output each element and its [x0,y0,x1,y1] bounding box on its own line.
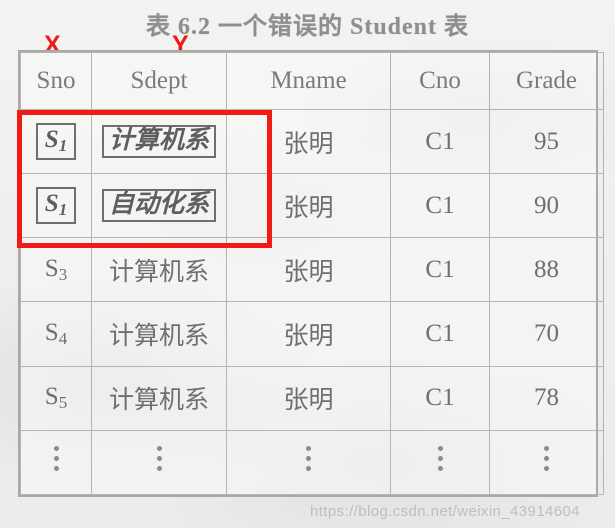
cell-sno: S5 [20,365,92,431]
cell-cno: C1 [390,301,490,367]
sno-letter: S [44,383,59,411]
sno-subscript: 1 [58,136,68,156]
cell-sdept: 计算机系 [91,237,227,303]
student-table-container: Sno Sdept Mname Cno Grade S1 计算机系 张明 C1 … [18,50,604,497]
cell-sno: S3 [20,237,92,303]
cell-cno: C1 [390,173,490,239]
table-row: S1 自动化系 张明 C1 90 [20,173,604,239]
cell-sno: S1 [20,108,92,175]
boxed-value-sdept: 自动化系 [101,189,216,223]
sno-letter: S [44,126,59,154]
boxed-value-sdept: 计算机系 [101,124,216,159]
table-row: S1 计算机系 张明 C1 95 [20,108,604,175]
cell-sno: S4 [20,301,92,367]
cell-sdept: 计算机系 [91,365,227,431]
cell-mname: 张明 [226,301,391,367]
column-header-grade: Grade [489,52,604,110]
cell-sno: S1 [20,173,92,239]
cell-grade: 70 [489,301,604,367]
sno-subscript: 3 [58,264,68,284]
table-row: S3 计算机系 张明 C1 88 [20,237,604,303]
table-row: S4 计算机系 张明 C1 70 [20,301,604,367]
student-table: Sno Sdept Mname Cno Grade S1 计算机系 张明 C1 … [20,52,604,496]
table-continuation-row [20,429,604,496]
cell-ellipsis-cno [390,429,490,496]
cell-grade: 95 [489,108,604,175]
table-caption: 表 6.2 一个错误的 Student 表 [145,14,470,40]
vertical-ellipsis-icon [53,441,59,476]
table-body: S1 计算机系 张明 C1 95 S1 自动化系 张明 C1 90 S3 计算机… [20,108,604,496]
sno-letter: S [44,190,59,218]
boxed-value-sno: S1 [35,187,77,225]
sno-letter: S [44,254,59,282]
cell-mname: 张明 [226,108,391,175]
column-header-mname: Mname [226,52,391,110]
cell-grade: 78 [489,365,604,431]
table-row: S5 计算机系 张明 C1 78 [20,365,604,431]
cell-sdept: 计算机系 [91,301,227,367]
cell-mname: 张明 [226,237,391,303]
header-row: Sno Sdept Mname Cno Grade [20,52,604,110]
watermark-text: https://blog.csdn.net/weixin_43914604 [310,503,580,520]
sno-subscript: 5 [58,393,68,413]
cell-ellipsis-sno [20,429,92,496]
column-header-sno: Sno [20,52,92,110]
vertical-ellipsis-icon [156,441,162,476]
cell-grade: 90 [489,173,604,239]
cell-cno: C1 [390,108,490,175]
table-header: Sno Sdept Mname Cno Grade [20,52,604,110]
cell-mname: 张明 [226,365,391,431]
sno-subscript: 1 [58,200,68,220]
column-header-cno: Cno [390,52,490,110]
cell-ellipsis-sdept [91,429,227,496]
cell-mname: 张明 [226,173,391,239]
boxed-value-sno: S1 [35,123,77,160]
vertical-ellipsis-icon [544,441,549,476]
cell-ellipsis-grade [489,429,604,496]
vertical-ellipsis-icon [437,441,443,476]
vertical-ellipsis-icon [306,441,311,476]
cell-ellipsis-mname [226,429,391,496]
sno-letter: S [44,319,59,347]
cell-sdept: 自动化系 [91,173,227,239]
cell-sdept: 计算机系 [91,108,227,175]
sno-subscript: 4 [58,329,68,349]
cell-cno: C1 [390,237,490,303]
cell-grade: 88 [489,237,604,303]
cell-cno: C1 [390,365,490,431]
column-header-sdept: Sdept [91,52,227,110]
